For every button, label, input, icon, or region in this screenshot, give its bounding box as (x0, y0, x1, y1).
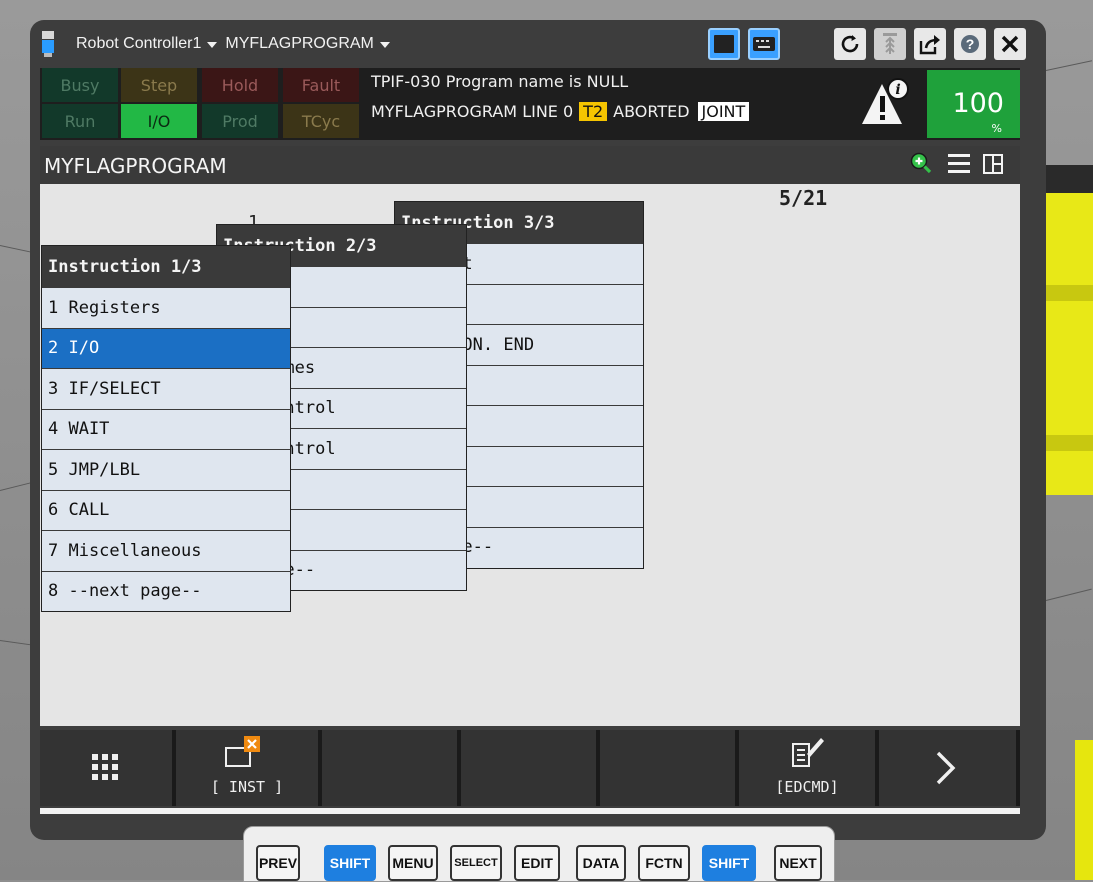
fkey-inst-label: [ INST ] (210, 778, 284, 796)
keyboard-icon (753, 37, 775, 51)
instruction-menu-1: Instruction 1/3 1 Registers 2 I/O 3 IF/S… (41, 245, 291, 612)
close-button[interactable] (994, 28, 1026, 60)
fkey-apps[interactable] (40, 730, 172, 806)
fkey-edcmd[interactable]: [EDCMD] (739, 730, 875, 806)
svg-text:?: ? (966, 36, 975, 52)
program-line: MYFLAGPROGRAM LINE 0 (371, 102, 574, 121)
menu-item-jmp-lbl[interactable]: 5 JMP/LBL (42, 449, 290, 490)
key-shift-left[interactable]: SHIFT (324, 845, 376, 881)
status-io: I/O (121, 104, 197, 138)
chevron-down-icon (207, 42, 218, 48)
chevron-right-icon (936, 751, 956, 785)
status-hold: Hold (202, 68, 278, 102)
divider (40, 808, 1020, 814)
zoom-in-icon[interactable] (910, 152, 932, 174)
window-close-icon (225, 736, 260, 767)
program-screen: MYFLAGPROGRAM 5/21 1 Instruction 3/3 _Of… (40, 146, 1020, 726)
menu-item-registers[interactable]: 1 Registers (42, 287, 290, 328)
menu-icon[interactable] (948, 154, 970, 174)
hardkey-panel: PREV SHIFT MENU SELECT EDIT DATA FCTN SH… (243, 826, 835, 882)
menu-item-call[interactable]: 6 CALL (42, 489, 290, 531)
status-panel: Busy Step Hold Fault Run I/O Prod TCyc T… (40, 68, 1020, 140)
program-status-line: MYFLAGPROGRAM LINE 0 T2 ABORTED JOINT (371, 102, 750, 121)
key-fctn[interactable]: FCTN (638, 845, 690, 881)
fkey-5[interactable] (600, 730, 735, 806)
pin-button[interactable] (874, 28, 906, 60)
key-shift-right[interactable]: SHIFT (702, 845, 756, 881)
key-next[interactable]: NEXT (774, 845, 822, 881)
menu-item-miscellaneous[interactable]: 7 Miscellaneous (42, 530, 290, 571)
controller-selector[interactable]: Robot Controller1 (76, 35, 225, 53)
pin-icon (883, 33, 897, 54)
status-tcyc: TCyc (283, 104, 359, 138)
menu-item-next-page[interactable]: 8 --next page-- (42, 570, 290, 612)
close-icon (1001, 35, 1019, 53)
robot-arm (1043, 165, 1093, 495)
coord-badge: JOINT (697, 102, 750, 121)
pendant-view-button[interactable] (708, 28, 740, 60)
title-bar: Robot Controller1 MYFLAGPROGRAM ? (40, 24, 1040, 64)
alarm-warning-icon[interactable]: i (858, 78, 910, 128)
fkey-next[interactable] (879, 730, 1016, 806)
override-unit: % (991, 122, 1002, 135)
screen-title-bar: MYFLAGPROGRAM (40, 146, 1020, 184)
chevron-down-icon (379, 42, 390, 48)
mode-badge: T2 (579, 102, 608, 121)
status-fault: Fault (283, 68, 359, 102)
fkey-4[interactable] (461, 730, 596, 806)
program-name: MYFLAGPROGRAM (225, 35, 374, 52)
robot-arm-lower (1075, 740, 1093, 880)
controller-icon (42, 31, 54, 57)
split-view-icon[interactable] (983, 154, 1003, 174)
fkey-inst[interactable]: [ INST ] (176, 730, 318, 806)
edit-command-icon (792, 738, 824, 767)
menu-item-io[interactable]: 2 I/O (42, 327, 290, 368)
alarm-message: TPIF-030 Program name is NULL (371, 72, 629, 91)
key-select[interactable]: SELECT (450, 845, 502, 881)
key-menu[interactable]: MENU (388, 845, 438, 881)
status-busy: Busy (42, 68, 118, 102)
key-data[interactable]: DATA (576, 845, 626, 881)
key-prev[interactable]: PREV (256, 845, 300, 881)
program-selector[interactable]: MYFLAGPROGRAM (225, 35, 397, 53)
page-index: 5/21 (779, 186, 828, 210)
menu-header: Instruction 1/3 (42, 246, 290, 287)
key-edit[interactable]: EDIT (514, 845, 560, 881)
status-step: Step (121, 68, 197, 102)
refresh-icon (841, 35, 859, 53)
menu-item-if-select[interactable]: 3 IF/SELECT (42, 368, 290, 409)
pendant-icon (714, 35, 734, 53)
override-value: 100 (952, 88, 1004, 119)
status-run: Run (42, 104, 118, 138)
share-button[interactable] (914, 28, 946, 60)
svg-text:i: i (895, 82, 900, 98)
override-speed[interactable]: 100 % (927, 70, 1020, 138)
fkey-3[interactable] (322, 730, 457, 806)
screen-title: MYFLAGPROGRAM (44, 154, 227, 178)
share-icon (919, 35, 940, 55)
fkey-edcmd-label: [EDCMD] (775, 778, 839, 796)
controller-name: Robot Controller1 (76, 35, 202, 52)
grid-icon (92, 754, 118, 780)
run-state: ABORTED (613, 102, 690, 121)
help-button[interactable]: ? (954, 28, 986, 60)
function-key-bar: [ INST ] [EDCMD] (40, 730, 1020, 806)
refresh-button[interactable] (834, 28, 866, 60)
status-prod: Prod (202, 104, 278, 138)
menu-item-wait[interactable]: 4 WAIT (42, 408, 290, 450)
help-icon: ? (961, 35, 979, 53)
keyboard-button[interactable] (748, 28, 780, 60)
